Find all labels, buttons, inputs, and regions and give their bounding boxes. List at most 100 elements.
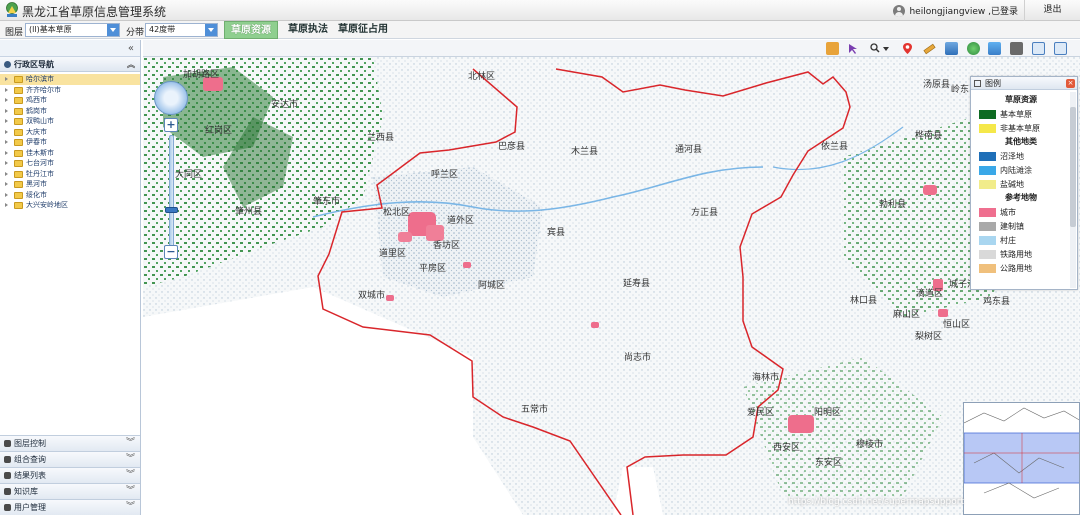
- legend-swatch: [979, 179, 996, 189]
- tree-item-region[interactable]: 大兴安岭地区: [0, 200, 140, 211]
- legend-panel: 图例 × 草原资源 基本草原 非基本草原 其他地类 沼泽地 内陆滩涂 盐碱地 参考地物 城市 建制…: [970, 76, 1078, 290]
- expand-arrow-icon[interactable]: [5, 192, 8, 197]
- expand-arrow-icon[interactable]: [5, 171, 8, 176]
- tree-item-region[interactable]: 哈尔滨市: [0, 74, 140, 85]
- tree-item-region[interactable]: 佳木斯市: [0, 148, 140, 159]
- expand-arrow-icon[interactable]: [5, 182, 8, 186]
- expand-arrow-icon[interactable]: [5, 98, 8, 102]
- chevron-down-icon: [107, 24, 119, 36]
- select-arrow-icon[interactable]: [846, 42, 859, 55]
- zoom-in-button[interactable]: +: [164, 118, 178, 132]
- tab-grassland-occupation[interactable]: 草原征占用: [332, 21, 394, 39]
- chevron-down-icon: [205, 24, 217, 36]
- folder-icon: [14, 107, 23, 115]
- zone-select-value: 42度带: [149, 25, 176, 34]
- map-place-label: 滴道区: [916, 289, 944, 299]
- map-place-label: 肇州县: [235, 207, 263, 217]
- expand-arrow-icon[interactable]: [5, 119, 8, 123]
- zoom-slider-track[interactable]: [169, 135, 174, 247]
- expand-arrow-icon[interactable]: [5, 108, 8, 113]
- tab-grassland-resources[interactable]: 草原资源: [224, 21, 278, 39]
- map-place-label: 宾县: [547, 228, 566, 238]
- map-place-label: 尚志市: [624, 353, 652, 363]
- overview-map[interactable]: [963, 402, 1080, 515]
- folder-icon: [14, 97, 23, 104]
- panel-user-management[interactable]: 用户管理 ︾: [0, 499, 140, 515]
- globe-icon[interactable]: [967, 42, 980, 55]
- tree-item-region[interactable]: 伊春市: [0, 137, 140, 148]
- layer-select-value: (ll)基本草原: [29, 25, 72, 34]
- map-place-label: 双城市: [358, 291, 386, 301]
- zoom-out-button[interactable]: −: [164, 245, 178, 259]
- legend-item: 内陆滩涂: [975, 163, 1077, 177]
- expand-arrow-icon[interactable]: [5, 150, 8, 155]
- tree-item-label: 哈尔滨市: [26, 75, 54, 83]
- map-place-label: 呼兰区: [431, 170, 459, 180]
- collapse-left-button[interactable]: «: [0, 40, 140, 57]
- tree-item-region[interactable]: 鹤岗市: [0, 106, 140, 117]
- zone-select[interactable]: 42度带: [145, 23, 218, 37]
- tree-item-region[interactable]: 黑河市: [0, 179, 140, 190]
- legend-item: 村庄: [975, 233, 1077, 247]
- tree-item-region[interactable]: 齐齐哈尔市: [0, 85, 140, 96]
- ruler-icon[interactable]: [923, 42, 936, 55]
- pan-control[interactable]: [154, 81, 188, 115]
- legend-swatch: [979, 165, 996, 175]
- layer-select[interactable]: (ll)基本草原: [25, 23, 120, 37]
- zoom-slider-thumb[interactable]: [165, 207, 178, 213]
- panel-label: 组合查询: [14, 455, 46, 464]
- expand-arrow-icon[interactable]: [5, 140, 8, 144]
- expand-arrow-icon[interactable]: [5, 203, 8, 207]
- tree-item-region[interactable]: 大庆市: [0, 127, 140, 138]
- pan-hand-icon[interactable]: [826, 42, 839, 55]
- tree-item-label: 齐齐哈尔市: [26, 85, 61, 94]
- logout-button[interactable]: 退出: [1024, 0, 1080, 21]
- map-place-label: 兰西县: [367, 133, 395, 143]
- panel-label: 知识库: [14, 487, 38, 496]
- folder-icon: [14, 160, 23, 167]
- expand-down-icon: ︾: [125, 454, 135, 464]
- print-icon[interactable]: [1010, 42, 1023, 55]
- fullscreen-icon[interactable]: [1054, 42, 1067, 55]
- tree-item-label: 绥化市: [26, 190, 47, 199]
- legend-swatch: [979, 151, 996, 161]
- folder-icon: [14, 118, 23, 125]
- app-title: 黑龙江省草原信息管理系统: [22, 5, 167, 19]
- map-marker-icon[interactable]: [901, 42, 914, 55]
- legend-item-label: 建制镇: [1000, 221, 1024, 231]
- legend-item: 沼泽地: [975, 149, 1077, 163]
- window-icon[interactable]: [1032, 42, 1045, 55]
- expand-arrow-icon[interactable]: [5, 87, 8, 92]
- panel-knowledge-base[interactable]: 知识库 ︾: [0, 483, 140, 499]
- tree-item-region[interactable]: 双鸭山市: [0, 116, 140, 127]
- tree-item-label: 大兴安岭地区: [26, 201, 68, 209]
- legend-swatch: [979, 235, 996, 245]
- tree-item-label: 大庆市: [26, 127, 47, 136]
- tree-item-region[interactable]: 牡丹江市: [0, 169, 140, 180]
- measure-area-icon[interactable]: [945, 42, 958, 55]
- zoom-tool-icon[interactable]: [869, 42, 891, 55]
- panel-layer-control[interactable]: 图层控制 ︾: [0, 435, 140, 451]
- map-canvas[interactable]: 北林区 加胡路区 兰西县 巴彦县 木兰县 通河县 依兰县 桦南县 汤原县 呼兰区 肇东市 松北区 道外区…: [143, 57, 1080, 515]
- region-nav-header[interactable]: 行政区导航 ︽: [0, 57, 140, 72]
- expand-arrow-icon[interactable]: [5, 161, 8, 165]
- logo-icon: [6, 2, 18, 17]
- legend-item-label: 基本草原: [1000, 109, 1032, 119]
- tab-grassland-enforcement[interactable]: 草原执法: [282, 21, 334, 39]
- panel-result-list[interactable]: 结果列表 ︾: [0, 467, 140, 483]
- map-place-label: 红岗区: [205, 126, 233, 136]
- expand-arrow-icon[interactable]: [5, 77, 8, 81]
- close-icon[interactable]: ×: [1066, 79, 1075, 88]
- tree-item-region[interactable]: 绥化市: [0, 190, 140, 201]
- legend-item-label: 村庄: [1000, 235, 1016, 245]
- panel-combined-query[interactable]: 组合查询 ︾: [0, 451, 140, 467]
- folder-icon: [14, 139, 23, 146]
- tree-item-region[interactable]: 七台河市: [0, 158, 140, 169]
- tree-item-region[interactable]: 鸡西市: [0, 95, 140, 106]
- legend-group-title: 其他地类: [1005, 137, 1037, 146]
- expand-arrow-icon[interactable]: [5, 129, 8, 134]
- legend-title: 图例: [985, 79, 1001, 88]
- panel-label: 结果列表: [14, 471, 46, 480]
- layers-icon[interactable]: [988, 42, 1001, 55]
- legend-scrollbar-thumb[interactable]: [1070, 107, 1076, 227]
